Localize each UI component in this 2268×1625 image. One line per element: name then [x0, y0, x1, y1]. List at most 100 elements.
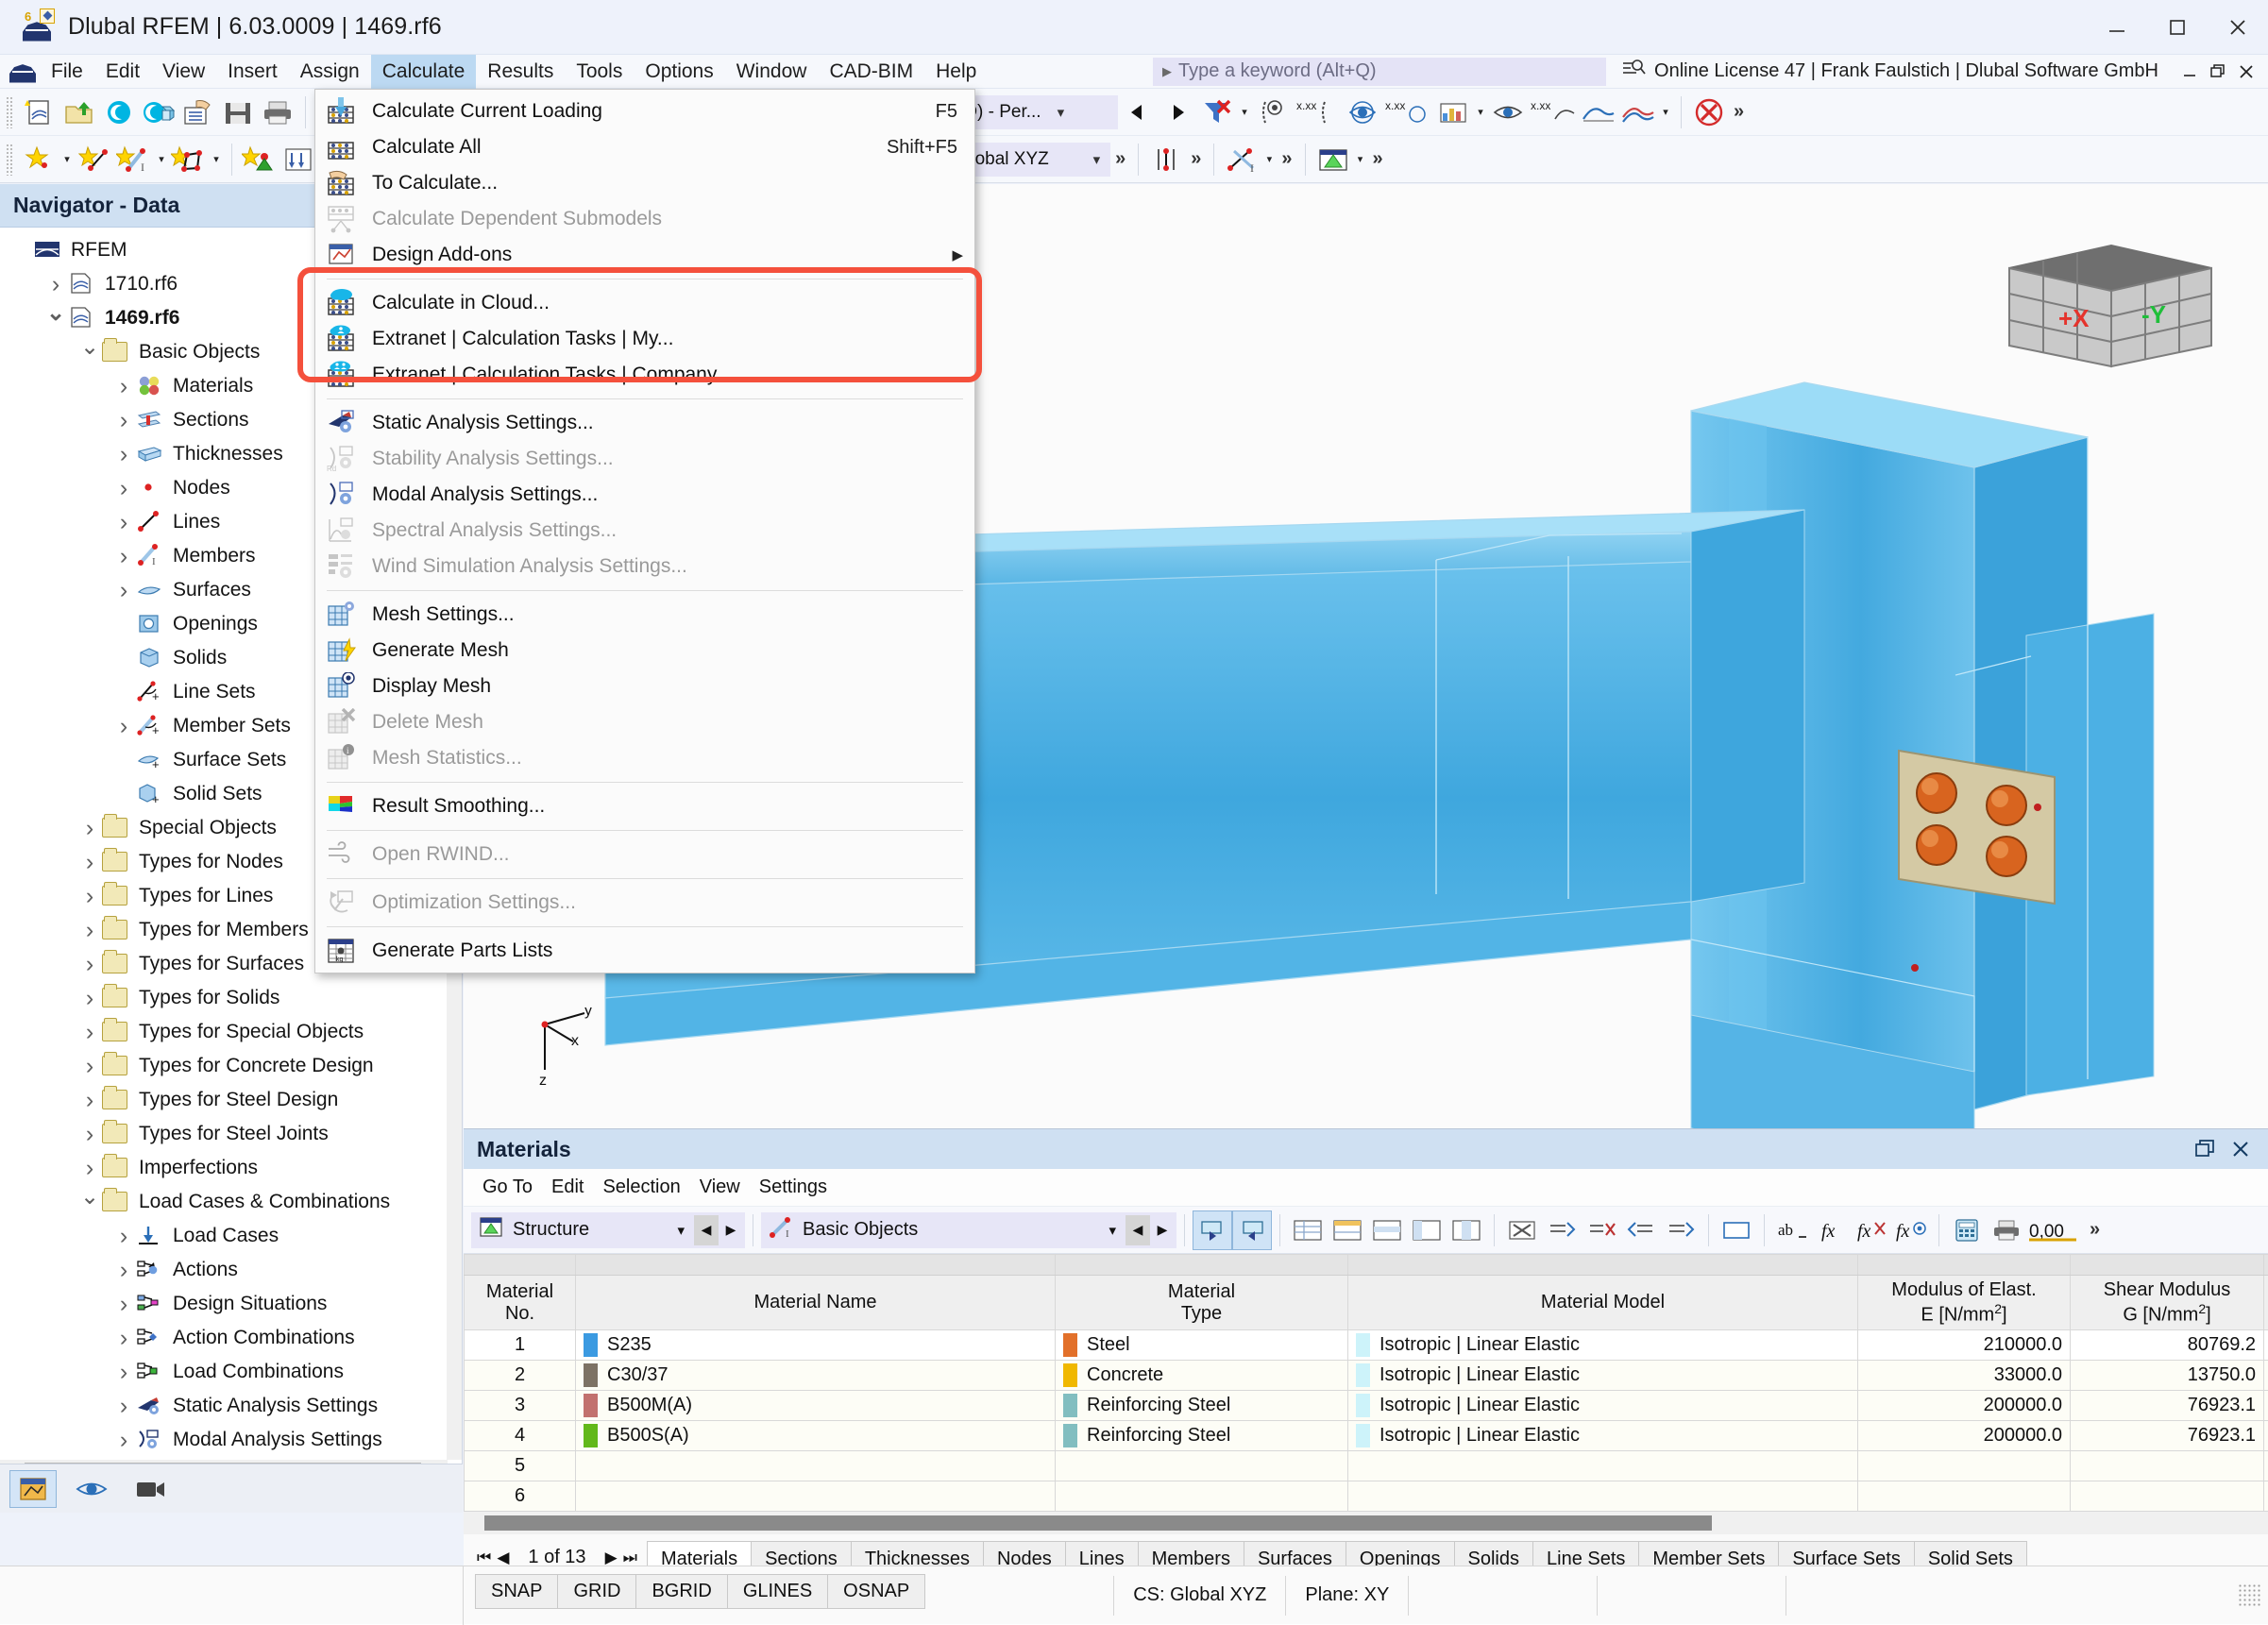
menu-item-mesh-settings[interactable]: Mesh Settings... — [315, 597, 974, 633]
move-right-button[interactable] — [1661, 1210, 1701, 1250]
print-table-button[interactable] — [1987, 1210, 2026, 1250]
chevron-right-icon[interactable] — [111, 1257, 136, 1284]
chevron-right-icon[interactable] — [111, 577, 136, 604]
cell-shear-modulus[interactable]: 76923.1 — [2071, 1391, 2264, 1421]
navigator-item-types-for-steel-joints[interactable]: Types for Steel Joints — [0, 1117, 447, 1151]
toolbar2-overflow-chevron-3[interactable]: » — [1186, 148, 1206, 170]
materials-panel-undock-button[interactable] — [2189, 1133, 2221, 1165]
menu-item-calculate-all[interactable]: Calculate AllShift+F5 — [315, 129, 974, 165]
materials-toolbar-overflow-chevron[interactable]: » — [2085, 1219, 2105, 1241]
materials-table-row[interactable]: 2C30/37ConcreteIsotropic | Linear Elasti… — [465, 1361, 2268, 1391]
snap-toggle-group[interactable]: SNAPGRIDBGRIDGLINESOSNAP — [464, 1574, 924, 1617]
model-data-button[interactable] — [178, 93, 218, 132]
materials-table-row[interactable]: 4B500S(A)Reinforcing SteelIsotropic | Li… — [465, 1421, 2268, 1451]
navigator-item-action-combinations[interactable]: Action Combinations — [0, 1321, 447, 1355]
cell-modulus-elasticity[interactable]: 200000.0 — [1858, 1391, 2071, 1421]
menu-item-modal-analysis-settings[interactable]: Modal Analysis Settings... — [315, 477, 974, 513]
cell-material-model[interactable] — [1348, 1481, 1858, 1512]
materials-column-header-3[interactable]: Material Model — [1348, 1276, 1858, 1330]
new-member-button[interactable]: I — [114, 140, 154, 179]
navigator-item-types-for-concrete-design[interactable]: Types for Concrete Design — [0, 1049, 447, 1083]
view-cube[interactable]: +X -Y — [2002, 236, 2219, 373]
navigator-item-modal-analysis-settings[interactable]: Modal Analysis Settings — [0, 1423, 447, 1457]
menu-item-extranet-calculation-tasks-company[interactable]: Extranet | Calculation Tasks | Company..… — [315, 357, 974, 393]
table-grid-button-4[interactable] — [1407, 1210, 1447, 1250]
formula-button[interactable]: fx — [1812, 1210, 1852, 1250]
cell-shear-modulus[interactable]: 76923.1 — [2071, 1421, 2264, 1451]
menu-tools[interactable]: Tools — [565, 55, 634, 89]
chevron-down-icon[interactable] — [43, 305, 68, 332]
menu-insert[interactable]: Insert — [216, 55, 289, 89]
new-model-button[interactable] — [20, 93, 59, 132]
objects-combo-chevron-down-icon[interactable]: ▾ — [1099, 1222, 1126, 1239]
chevron-right-icon[interactable] — [111, 1223, 136, 1250]
chevron-right-icon[interactable] — [111, 475, 136, 502]
navigator-item-actions[interactable]: Actions — [0, 1253, 447, 1287]
cloud-c-button[interactable] — [99, 93, 139, 132]
toolbar2-overflow-chevron-2[interactable]: » — [1110, 148, 1130, 170]
cell-modulus-elasticity[interactable] — [1858, 1451, 2071, 1481]
deformation-button[interactable] — [1579, 93, 1618, 132]
menu-help[interactable]: Help — [924, 55, 988, 89]
materials-menu-selection[interactable]: Selection — [595, 1174, 687, 1201]
menu-calculate[interactable]: Calculate — [371, 55, 477, 89]
materials-column-header-2[interactable]: MaterialType — [1056, 1276, 1348, 1330]
materials-column-header-1[interactable]: Material Name — [576, 1276, 1056, 1330]
deformation-caret[interactable]: ▾ — [1658, 93, 1673, 132]
resize-grip[interactable] — [2238, 1583, 2262, 1608]
status-toggle-snap[interactable]: SNAP — [475, 1574, 558, 1609]
table-view-caret[interactable]: ▾ — [1353, 140, 1368, 179]
chevron-right-icon[interactable] — [77, 985, 102, 1012]
chevron-right-icon[interactable] — [111, 509, 136, 536]
member-type-button[interactable]: I — [1222, 140, 1261, 179]
materials-column-header-0[interactable]: MaterialNo. — [465, 1276, 576, 1330]
chevron-right-icon[interactable] — [111, 1291, 136, 1318]
chevron-right-icon[interactable] — [111, 441, 136, 468]
toolbar-grip-2[interactable] — [6, 144, 14, 176]
visibility-button[interactable] — [1252, 93, 1292, 132]
materials-column-header-6[interactable]: Poisson's Ratioν [--] — [2264, 1276, 2268, 1330]
table-grid-button-1[interactable] — [1288, 1210, 1328, 1250]
chevron-right-icon[interactable] — [77, 951, 102, 978]
objects-prev-button[interactable]: ◀ — [1126, 1215, 1150, 1245]
chevron-down-icon[interactable]: ▾ — [1051, 104, 1072, 121]
cell-material-model[interactable]: Isotropic | Linear Elastic — [1348, 1330, 1858, 1361]
cell-shear-modulus[interactable] — [2071, 1481, 2264, 1512]
toolbar2-overflow-chevron-5[interactable]: » — [1368, 148, 1388, 170]
new-node-button[interactable] — [20, 140, 59, 179]
menu-item-calculate-current-loading[interactable]: Calculate Current LoadingF5 — [315, 93, 974, 129]
first-page-button[interactable]: ⏮ — [477, 1549, 491, 1567]
cell-material-model[interactable] — [1348, 1451, 1858, 1481]
cell-modulus-elasticity[interactable]: 210000.0 — [1858, 1330, 2071, 1361]
cell-material-type[interactable] — [1056, 1451, 1348, 1481]
cell-material-no[interactable]: 6 — [465, 1481, 576, 1512]
new-surface-button[interactable] — [169, 140, 209, 179]
menu-item-generate-mesh[interactable]: Generate Mesh — [315, 633, 974, 669]
cell-material-name[interactable]: B500S(A) — [576, 1421, 1056, 1451]
materials-table-row[interactable]: 6 — [465, 1481, 2268, 1512]
structure-combo[interactable]: Structure ▾ ◀ ▶ — [471, 1212, 745, 1248]
table-grid-button-3[interactable] — [1367, 1210, 1407, 1250]
menu-file[interactable]: File — [40, 55, 94, 89]
minimize-button[interactable] — [2087, 0, 2147, 55]
result-diagram-button[interactable] — [1433, 93, 1473, 132]
cell-material-type[interactable]: Steel — [1056, 1330, 1348, 1361]
cell-material-name[interactable]: S235 — [576, 1330, 1056, 1361]
prev-combination-button[interactable] — [1118, 93, 1158, 132]
menu-item-display-mesh[interactable]: Display Mesh — [315, 669, 974, 704]
cell-material-no[interactable]: 3 — [465, 1391, 576, 1421]
cell-modulus-elasticity[interactable]: 33000.0 — [1858, 1361, 2071, 1391]
cloud-model-button[interactable] — [139, 93, 178, 132]
new-surface-caret[interactable]: ▾ — [209, 140, 224, 179]
navigator-item-load-cases[interactable]: Load Cases — [0, 1219, 447, 1253]
objects-combo[interactable]: I Basic Objects ▾ ◀ ▶ — [761, 1212, 1176, 1248]
chevron-right-icon[interactable] — [77, 1087, 102, 1114]
next-page-button[interactable]: ▶ — [605, 1549, 618, 1567]
new-node-caret[interactable]: ▾ — [59, 140, 75, 179]
menu-item-static-analysis-settings[interactable]: Static Analysis Settings... — [315, 405, 974, 441]
cell-material-name[interactable]: B500M(A) — [576, 1391, 1056, 1421]
member-type-caret[interactable]: ▾ — [1261, 140, 1277, 179]
chevron-right-icon[interactable] — [77, 1121, 102, 1148]
status-toggle-osnap[interactable]: OSNAP — [827, 1574, 925, 1609]
calculate-dropdown-menu[interactable]: Calculate Current LoadingF5Calculate All… — [314, 89, 975, 973]
